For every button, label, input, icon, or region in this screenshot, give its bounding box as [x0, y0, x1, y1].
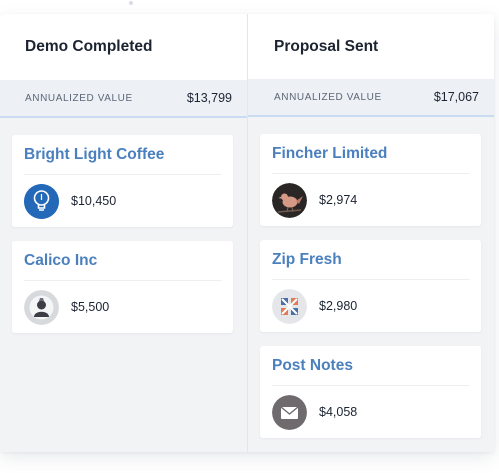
deal-card-value: $4,058 [319, 405, 358, 419]
summary-value: $17,067 [433, 90, 479, 105]
deal-card-title[interactable]: Post Notes [272, 346, 469, 386]
bird-icon [272, 182, 307, 218]
deal-card-body: $2,980 [272, 280, 469, 332]
lightbulb-icon [24, 183, 59, 219]
envelope-icon [272, 394, 307, 430]
deal-card-title[interactable]: Fincher Limited [272, 134, 469, 174]
pipeline-column-proposal-sent: Proposal Sent ANNUALIZED VALUE $17,067 F… [247, 14, 494, 452]
column-summary: ANNUALIZED VALUE $17,067 [248, 79, 494, 117]
deal-card[interactable]: Bright Light Coffee $10,450 [12, 135, 233, 227]
card-list: Bright Light Coffee $10,450 Calico Inc $… [0, 118, 247, 347]
deal-card-value: $2,974 [319, 193, 358, 207]
deal-card-body: $4,058 [272, 386, 469, 438]
decorative-dot [129, 1, 133, 5]
pipeline-board: Demo Completed ANNUALIZED VALUE $13,799 … [0, 14, 494, 452]
deal-card-title[interactable]: Bright Light Coffee [24, 135, 221, 175]
deal-card-value: $5,500 [71, 300, 110, 314]
deal-card-title[interactable]: Calico Inc [24, 241, 221, 281]
person-avatar-icon [24, 289, 59, 325]
card-list: Fincher Limited $2,974 Zip Fresh $2,980 … [248, 117, 494, 452]
deal-card-body: $2,974 [272, 174, 469, 226]
cross-logo-icon [272, 288, 307, 324]
column-header: Demo Completed [0, 14, 247, 80]
deal-card-title[interactable]: Zip Fresh [272, 240, 469, 280]
column-title: Demo Completed [25, 38, 153, 55]
pipeline-column-demo-completed: Demo Completed ANNUALIZED VALUE $13,799 … [0, 14, 247, 452]
deal-card[interactable]: Zip Fresh $2,980 [260, 240, 481, 332]
column-header: Proposal Sent [248, 14, 494, 80]
deal-card-value: $10,450 [71, 194, 117, 208]
deal-card-body: $5,500 [24, 281, 221, 333]
deal-card-body: $10,450 [24, 175, 221, 227]
deal-card[interactable]: Fincher Limited $2,974 [260, 134, 481, 226]
column-title: Proposal Sent [274, 37, 379, 55]
summary-value: $13,799 [186, 91, 232, 105]
deal-card-value: $2,980 [319, 299, 358, 313]
summary-label: ANNUALIZED VALUE [25, 92, 133, 104]
deal-card[interactable]: Calico Inc $5,500 [12, 241, 233, 333]
column-summary: ANNUALIZED VALUE $13,799 [0, 80, 247, 118]
deal-card[interactable]: Post Notes $4,058 [260, 346, 481, 438]
summary-label: ANNUALIZED VALUE [274, 91, 382, 103]
